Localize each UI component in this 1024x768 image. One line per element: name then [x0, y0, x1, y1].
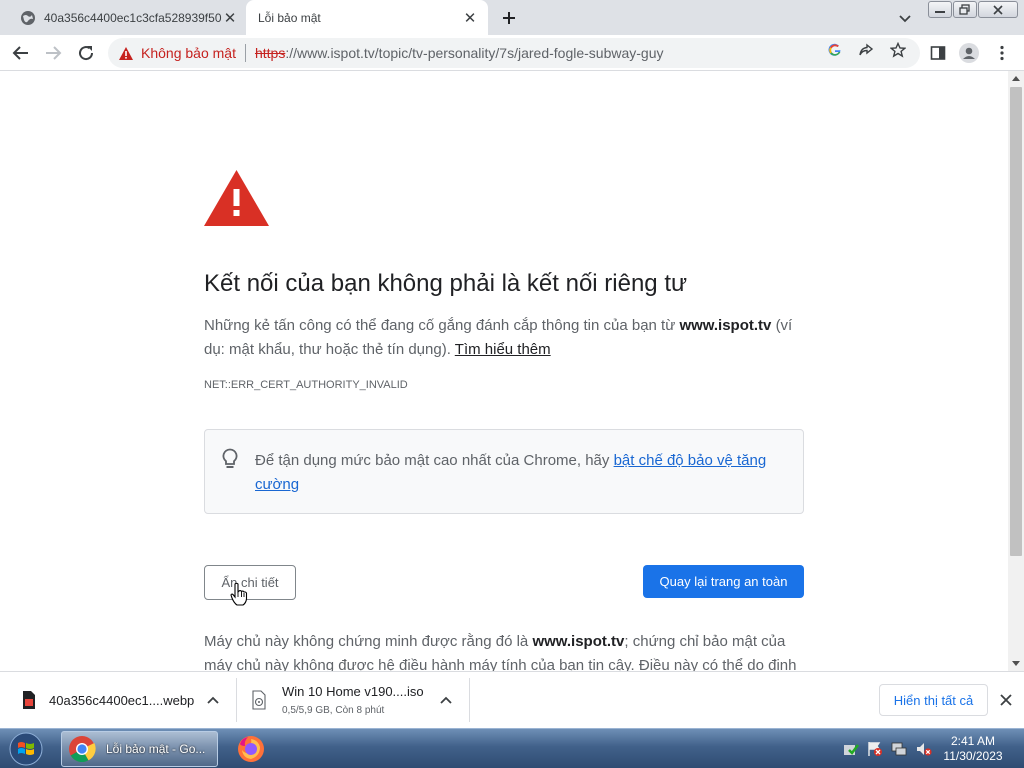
security-status-label[interactable]: Không bảo mật — [141, 45, 236, 61]
url-scheme: https — [254, 45, 286, 61]
warning-triangle-icon — [119, 46, 133, 60]
network-tray-icon[interactable] — [891, 741, 907, 757]
tab-close-icon[interactable]: ✕ — [462, 10, 478, 27]
globe-icon — [21, 10, 35, 25]
browser-toolbar: Không bảo mật https ://www.ispot.tv/topi… — [0, 35, 1024, 71]
avatar-icon — [959, 43, 979, 63]
download-filename: 40a356c4400ec1....webp — [49, 693, 195, 708]
page-title: Kết nối của bạn không phải là kết nối ri… — [204, 270, 688, 297]
chevron-down-icon — [899, 15, 911, 23]
tip-text-prefix: Để tận dụng mức bảo mật cao nhất của Chr… — [255, 452, 610, 469]
tab-strip: 40a356c4400ec1c3cfa528939f50c ✕ Lỗi bảo … — [0, 0, 1024, 35]
show-all-downloads-button[interactable]: Hiển thị tất cả — [879, 684, 988, 716]
chevron-up-icon — [440, 696, 452, 704]
close-icon — [993, 4, 1003, 15]
star-icon — [890, 42, 906, 58]
tab-title: Lỗi bảo mật — [258, 10, 321, 25]
triangle-down-icon — [1012, 661, 1020, 666]
download-item[interactable]: 40a356c4400ec1....webp — [0, 672, 236, 729]
hide-details-button[interactable]: Ẩn chi tiết — [204, 565, 296, 600]
tab-search-button[interactable] — [896, 9, 914, 27]
menu-button[interactable] — [992, 43, 1012, 63]
download-divider — [469, 678, 470, 722]
scroll-up-button[interactable] — [1008, 71, 1024, 86]
security-shield-tray-icon[interactable] — [843, 741, 859, 757]
close-icon — [1000, 694, 1012, 706]
taskbar-firefox-button[interactable] — [233, 731, 269, 767]
desc-domain: www.ispot.tv — [679, 317, 772, 334]
lightbulb-icon — [222, 448, 238, 468]
scrollbar-thumb[interactable] — [1010, 87, 1022, 556]
page-content: Kết nối của bạn không phải là kết nối ri… — [0, 71, 1008, 671]
danger-triangle-icon — [204, 170, 269, 226]
error-code: NET::ERR_CERT_AUTHORITY_INVALID — [204, 379, 408, 391]
tab-title: 40a356c4400ec1c3cfa528939f50c — [44, 10, 222, 25]
clock-time: 2:41 AM — [950, 734, 996, 748]
close-window-button[interactable] — [978, 1, 1018, 18]
reload-button[interactable] — [76, 43, 96, 63]
google-g-icon — [828, 43, 841, 56]
enhanced-protection-tip: Để tận dụng mức bảo mật cao nhất của Chr… — [204, 429, 804, 514]
side-panel-icon — [930, 46, 946, 60]
error-description: Những kẻ tấn công có thể đang cố gắng đá… — [204, 314, 804, 362]
minimize-button[interactable] — [928, 1, 952, 18]
reload-icon — [79, 46, 94, 61]
tab-security-error[interactable]: Lỗi bảo mật ✕ — [246, 0, 488, 35]
minimize-icon — [935, 10, 945, 13]
disc-file-icon — [252, 690, 266, 710]
back-to-safety-button[interactable]: Quay lại trang an toàn — [643, 565, 804, 598]
hand-pointer-icon — [230, 582, 248, 606]
download-progress-text: 0,5/5,9 GB, Còn 8 phút — [282, 705, 385, 716]
taskbar-chrome-label: Lỗi bảo mật - Go... — [106, 742, 206, 756]
learn-more-link[interactable]: Tìm hiểu thêm — [455, 341, 551, 358]
chevron-up-icon — [207, 696, 219, 704]
plus-icon — [503, 12, 515, 24]
taskbar-chrome-button[interactable]: Lỗi bảo mật - Go... — [61, 731, 218, 767]
action-center-tray-icon[interactable] — [867, 741, 883, 757]
windows-taskbar: Lỗi bảo mật - Go... 2:41 AM 11/30/2023 — [0, 728, 1024, 768]
chrome-logo-icon — [69, 736, 96, 763]
google-lens-button[interactable] — [826, 41, 844, 59]
volume-muted-tray-icon[interactable] — [916, 741, 932, 757]
url-text: ://www.ispot.tv/topic/tv-personality/7s/… — [285, 45, 664, 61]
vertical-scrollbar[interactable] — [1008, 71, 1024, 671]
restore-icon — [959, 4, 970, 15]
share-button[interactable] — [857, 41, 875, 59]
restore-button[interactable] — [953, 1, 977, 18]
back-button[interactable] — [11, 43, 31, 63]
side-panel-button[interactable] — [928, 43, 948, 63]
share-icon — [859, 43, 874, 56]
download-filename: Win 10 Home v190....iso — [282, 684, 424, 699]
kebab-menu-icon — [1000, 45, 1004, 61]
taskbar-clock[interactable]: 2:41 AM 11/30/2023 — [937, 734, 1009, 764]
profile-button[interactable] — [959, 43, 979, 63]
scroll-down-button[interactable] — [1008, 656, 1024, 671]
download-shelf: 40a356c4400ec1....webp Win 10 Home v190.… — [0, 671, 1024, 728]
tab-download-image[interactable]: 40a356c4400ec1c3cfa528939f50c ✕ — [8, 0, 248, 35]
tip-text: Để tận dụng mức bảo mật cao nhất của Chr… — [255, 449, 785, 497]
clock-date: 11/30/2023 — [943, 749, 1003, 763]
omnibox-divider — [244, 44, 246, 62]
download-item[interactable]: Win 10 Home v190....iso 0,5/5,9 GB, Còn … — [237, 672, 469, 729]
arrow-left-icon — [12, 46, 28, 60]
triangle-up-icon — [1012, 76, 1020, 81]
bookmark-button[interactable] — [889, 41, 907, 59]
image-file-icon — [23, 691, 35, 709]
download-options-button[interactable] — [438, 692, 454, 708]
arrow-right-icon — [46, 46, 62, 60]
tab-close-icon[interactable]: ✕ — [222, 10, 238, 27]
download-options-button[interactable] — [205, 692, 221, 708]
close-download-shelf-button[interactable] — [997, 691, 1015, 709]
desc-text: Những kẻ tấn công có thể đang cố gắng đá… — [204, 317, 676, 334]
more-text-domain: www.ispot.tv — [532, 633, 625, 650]
new-tab-button[interactable] — [498, 7, 520, 29]
address-bar[interactable]: Không bảo mật https ://www.ispot.tv/topi… — [108, 38, 920, 68]
error-details-text: Máy chủ này không chứng minh được rằng đ… — [204, 630, 804, 671]
windows-start-button[interactable] — [6, 731, 46, 767]
more-text-prefix: Máy chủ này không chứng minh được rằng đ… — [204, 633, 529, 650]
firefox-logo-icon — [238, 736, 264, 762]
forward-button[interactable] — [43, 43, 63, 63]
